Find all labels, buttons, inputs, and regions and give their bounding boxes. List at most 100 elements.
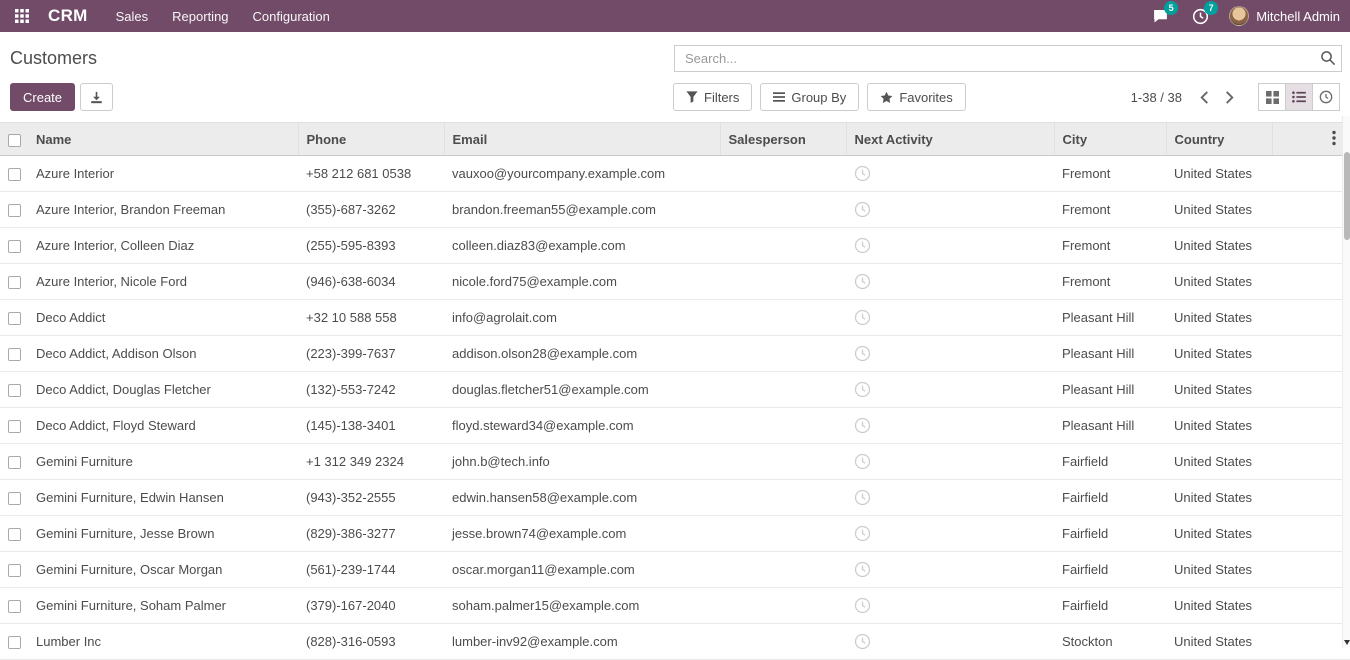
- column-header-next_activity[interactable]: Next Activity: [846, 123, 1054, 156]
- cell-country[interactable]: United States: [1166, 624, 1272, 660]
- cell-next-activity[interactable]: [846, 300, 1054, 336]
- next-activity-clock-icon[interactable]: [854, 453, 871, 470]
- cell-email[interactable]: edwin.hansen58@example.com: [444, 480, 720, 516]
- cell-phone[interactable]: (255)-595-8393: [298, 228, 444, 264]
- cell-city[interactable]: Stockton: [1054, 624, 1166, 660]
- cell-next-activity[interactable]: [846, 444, 1054, 480]
- row-checkbox-cell[interactable]: [0, 588, 28, 624]
- cell-name[interactable]: Deco Addict, Floyd Steward: [28, 408, 298, 444]
- row-checkbox[interactable]: [8, 312, 21, 325]
- next-activity-clock-icon[interactable]: [854, 561, 871, 578]
- cell-phone[interactable]: +32 10 588 558: [298, 300, 444, 336]
- cell-phone[interactable]: (561)-239-1744: [298, 552, 444, 588]
- table-row[interactable]: Deco Addict +32 10 588 558 info@agrolait…: [0, 300, 1350, 336]
- cell-phone[interactable]: (828)-316-0593: [298, 624, 444, 660]
- next-activity-clock-icon[interactable]: [854, 237, 871, 254]
- cell-country[interactable]: United States: [1166, 228, 1272, 264]
- filters-button[interactable]: Filters: [673, 83, 752, 111]
- row-checkbox[interactable]: [8, 600, 21, 613]
- menu-reporting[interactable]: Reporting: [162, 2, 238, 31]
- row-checkbox[interactable]: [8, 564, 21, 577]
- cell-name[interactable]: Gemini Furniture, Jesse Brown: [28, 516, 298, 552]
- cell-city[interactable]: Fairfield: [1054, 588, 1166, 624]
- table-row[interactable]: Deco Addict, Douglas Fletcher (132)-553-…: [0, 372, 1350, 408]
- menu-configuration[interactable]: Configuration: [243, 2, 340, 31]
- row-checkbox-cell[interactable]: [0, 516, 28, 552]
- cell-name[interactable]: Gemini Furniture, Oscar Morgan: [28, 552, 298, 588]
- table-row[interactable]: Deco Addict, Addison Olson (223)-399-763…: [0, 336, 1350, 372]
- activity-view-button[interactable]: [1312, 83, 1340, 111]
- cell-salesperson[interactable]: [720, 408, 846, 444]
- cell-phone[interactable]: (145)-138-3401: [298, 408, 444, 444]
- cell-next-activity[interactable]: [846, 408, 1054, 444]
- menu-sales[interactable]: Sales: [106, 2, 159, 31]
- cell-country[interactable]: United States: [1166, 408, 1272, 444]
- row-checkbox-cell[interactable]: [0, 156, 28, 192]
- group-by-button[interactable]: Group By: [760, 83, 859, 111]
- scrollbar-thumb[interactable]: [1344, 152, 1350, 240]
- row-checkbox[interactable]: [8, 240, 21, 253]
- cell-name[interactable]: Gemini Furniture: [28, 444, 298, 480]
- cell-email[interactable]: floyd.steward34@example.com: [444, 408, 720, 444]
- cell-salesperson[interactable]: [720, 372, 846, 408]
- cell-email[interactable]: douglas.fletcher51@example.com: [444, 372, 720, 408]
- cell-city[interactable]: Fremont: [1054, 192, 1166, 228]
- cell-next-activity[interactable]: [846, 264, 1054, 300]
- cell-phone[interactable]: (132)-553-7242: [298, 372, 444, 408]
- cell-salesperson[interactable]: [720, 444, 846, 480]
- create-button[interactable]: Create: [10, 83, 75, 111]
- row-checkbox[interactable]: [8, 636, 21, 649]
- cell-next-activity[interactable]: [846, 192, 1054, 228]
- cell-name[interactable]: Deco Addict, Addison Olson: [28, 336, 298, 372]
- cell-next-activity[interactable]: [846, 372, 1054, 408]
- user-menu[interactable]: Mitchell Admin: [1229, 6, 1340, 26]
- cell-country[interactable]: United States: [1166, 156, 1272, 192]
- row-checkbox[interactable]: [8, 204, 21, 217]
- apps-menu-button[interactable]: [10, 4, 34, 28]
- next-activity-clock-icon[interactable]: [854, 417, 871, 434]
- search-icon[interactable]: [1320, 50, 1336, 69]
- cell-city[interactable]: Fairfield: [1054, 552, 1166, 588]
- kanban-view-button[interactable]: [1258, 83, 1286, 111]
- activities-button[interactable]: 7: [1189, 6, 1211, 26]
- cell-salesperson[interactable]: [720, 228, 846, 264]
- table-row[interactable]: Azure Interior, Colleen Diaz (255)-595-8…: [0, 228, 1350, 264]
- cell-phone[interactable]: +1 312 349 2324: [298, 444, 444, 480]
- cell-phone[interactable]: (223)-399-7637: [298, 336, 444, 372]
- cell-city[interactable]: Fremont: [1054, 228, 1166, 264]
- row-checkbox[interactable]: [8, 456, 21, 469]
- select-all-checkbox[interactable]: [8, 134, 21, 147]
- cell-name[interactable]: Azure Interior, Brandon Freeman: [28, 192, 298, 228]
- table-row[interactable]: Gemini Furniture, Oscar Morgan (561)-239…: [0, 552, 1350, 588]
- cell-email[interactable]: nicole.ford75@example.com: [444, 264, 720, 300]
- export-button[interactable]: [80, 83, 113, 111]
- column-header-salesperson[interactable]: Salesperson: [720, 123, 846, 156]
- table-row[interactable]: Lumber Inc (828)-316-0593 lumber-inv92@e…: [0, 624, 1350, 660]
- row-checkbox-cell[interactable]: [0, 552, 28, 588]
- cell-name[interactable]: Deco Addict, Douglas Fletcher: [28, 372, 298, 408]
- cell-salesperson[interactable]: [720, 480, 846, 516]
- cell-country[interactable]: United States: [1166, 552, 1272, 588]
- cell-country[interactable]: United States: [1166, 300, 1272, 336]
- next-activity-clock-icon[interactable]: [854, 489, 871, 506]
- next-activity-clock-icon[interactable]: [854, 633, 871, 650]
- cell-phone[interactable]: (829)-386-3277: [298, 516, 444, 552]
- cell-phone[interactable]: (946)-638-6034: [298, 264, 444, 300]
- row-checkbox-cell[interactable]: [0, 336, 28, 372]
- scrollbar-down-arrow[interactable]: [1343, 638, 1350, 646]
- next-activity-clock-icon[interactable]: [854, 525, 871, 542]
- page-title[interactable]: Customers: [10, 48, 97, 69]
- row-checkbox[interactable]: [8, 276, 21, 289]
- cell-country[interactable]: United States: [1166, 336, 1272, 372]
- cell-next-activity[interactable]: [846, 480, 1054, 516]
- next-activity-clock-icon[interactable]: [854, 345, 871, 362]
- cell-phone[interactable]: (355)-687-3262: [298, 192, 444, 228]
- app-title[interactable]: CRM: [48, 6, 88, 26]
- cell-country[interactable]: United States: [1166, 480, 1272, 516]
- cell-name[interactable]: Azure Interior, Nicole Ford: [28, 264, 298, 300]
- cell-email[interactable]: oscar.morgan11@example.com: [444, 552, 720, 588]
- cell-next-activity[interactable]: [846, 552, 1054, 588]
- cell-next-activity[interactable]: [846, 516, 1054, 552]
- cell-name[interactable]: Lumber Inc: [28, 624, 298, 660]
- vertical-scrollbar[interactable]: [1342, 116, 1350, 648]
